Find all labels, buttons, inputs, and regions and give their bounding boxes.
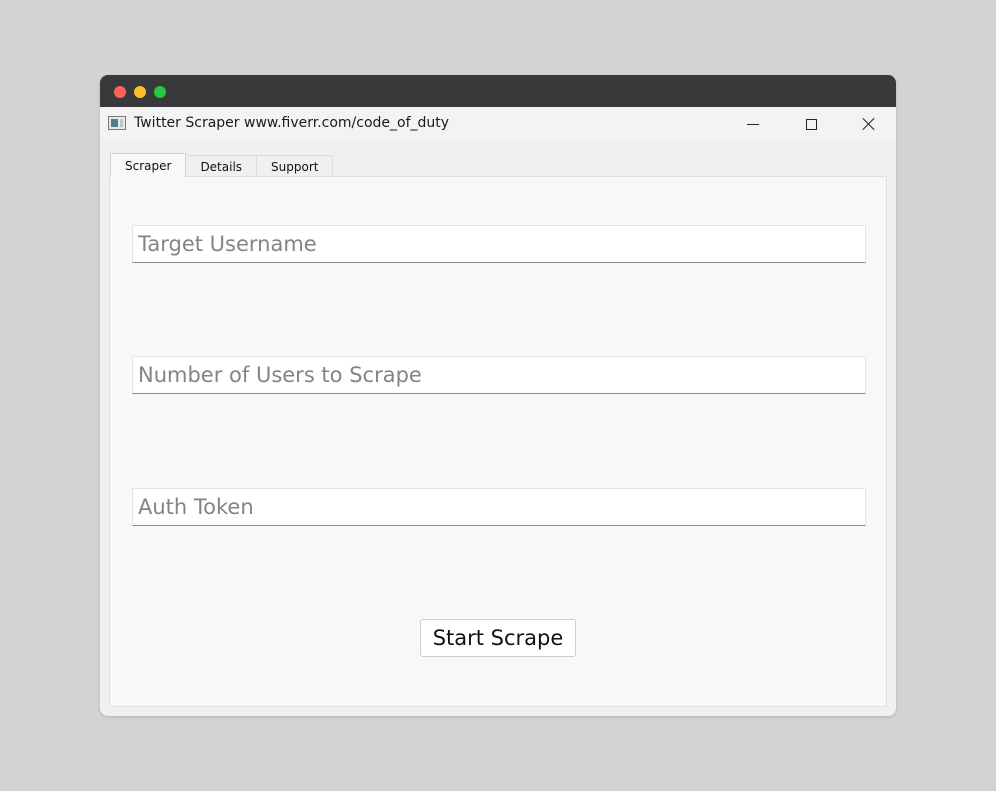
- tab-support[interactable]: Support: [256, 155, 334, 177]
- tab-scraper[interactable]: Scraper: [110, 153, 187, 177]
- minimize-button[interactable]: [730, 107, 776, 141]
- close-traffic-light-icon[interactable]: [114, 86, 126, 98]
- tab-details[interactable]: Details: [185, 155, 258, 177]
- window-title-bar: Twitter Scraper www.fiverr.com/code_of_d…: [100, 107, 896, 141]
- minimize-traffic-light-icon[interactable]: [134, 86, 146, 98]
- start-scrape-button[interactable]: Start Scrape: [420, 619, 576, 657]
- app-window-icon: [108, 116, 126, 130]
- mac-title-bar: [100, 75, 896, 107]
- maximize-icon: [805, 118, 817, 130]
- window-title: Twitter Scraper www.fiverr.com/code_of_d…: [134, 115, 450, 131]
- tab-bar: Scraper Details Support: [110, 153, 334, 177]
- maximize-button[interactable]: [788, 107, 834, 141]
- close-icon: [862, 117, 876, 131]
- app-window: Twitter Scraper www.fiverr.com/code_of_d…: [100, 75, 896, 716]
- auth-token-input[interactable]: [132, 488, 866, 526]
- minimize-icon: [747, 123, 759, 125]
- close-button[interactable]: [846, 107, 892, 141]
- target-username-input[interactable]: [132, 225, 866, 263]
- zoom-traffic-light-icon[interactable]: [154, 86, 166, 98]
- scraper-panel: Start Scrape: [109, 176, 887, 707]
- number-of-users-input[interactable]: [132, 356, 866, 394]
